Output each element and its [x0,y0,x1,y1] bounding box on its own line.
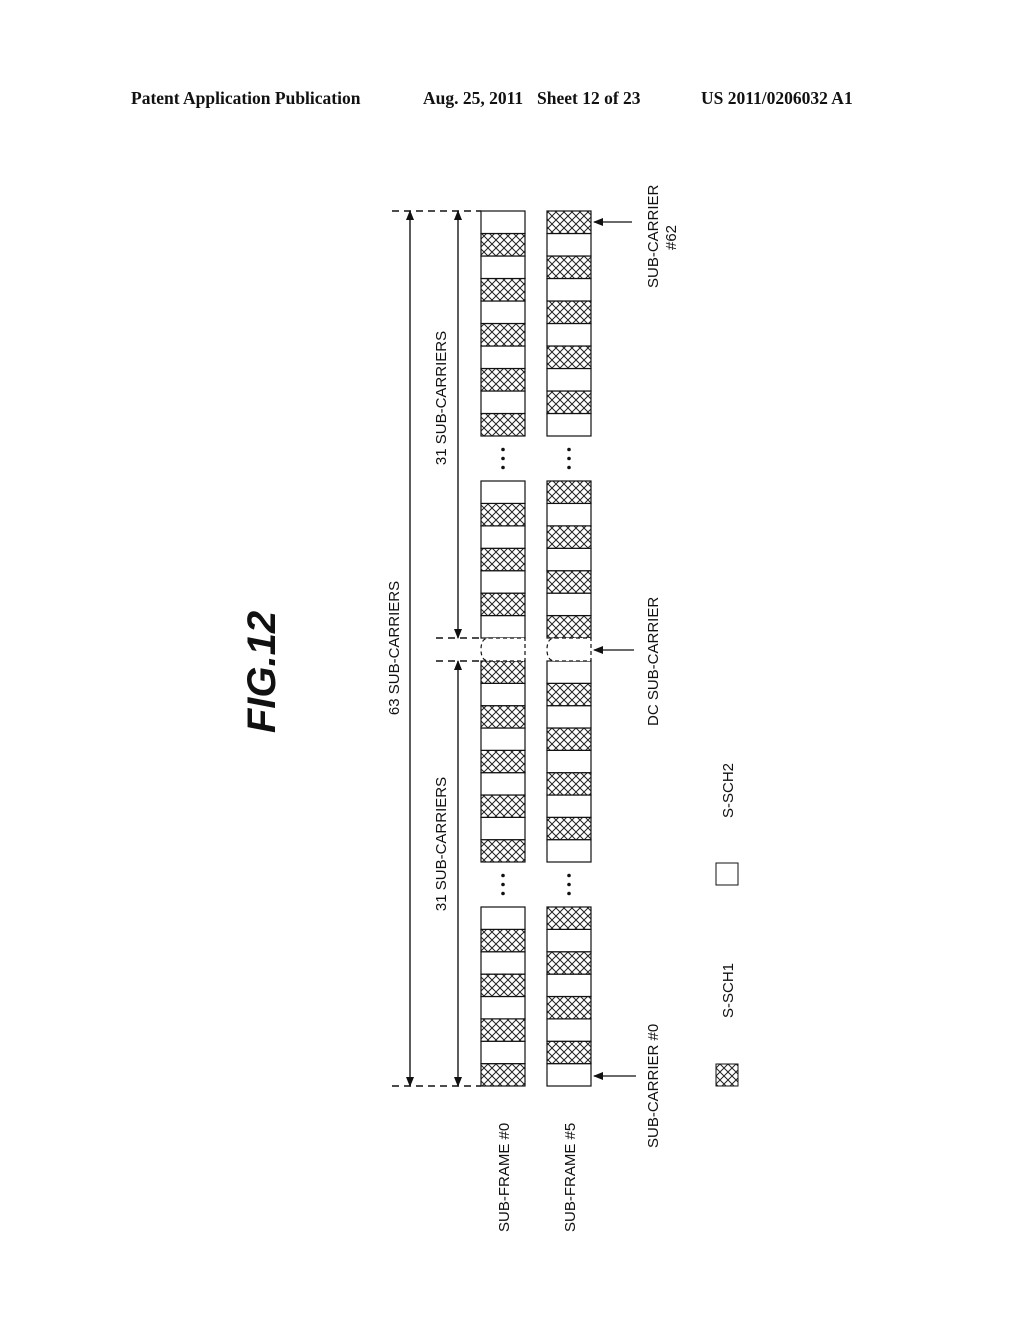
ellipsis-dot [567,456,571,461]
cell-s-sch2 [546,367,592,392]
figure-diagram: FIG.12 63 SUB-CARRIERS 31 SUB-CARRIERS 3… [240,184,739,1232]
cell-s-sch2 [546,547,592,572]
cell-s-sch2 [546,502,592,527]
cell-s-sch2 [480,682,526,707]
cell-s-sch2 [480,390,526,415]
cell-s-sch1 [480,1018,526,1042]
cell-s-sch2 [546,749,592,774]
ellipsis-dot [501,873,505,878]
cell-s-sch1 [546,906,592,930]
cell-s-sch2 [480,480,526,505]
figure-title: FIG.12 [240,611,284,733]
cell-s-sch1 [480,1063,526,1087]
cell-s-sch1 [480,928,526,953]
cell-s-sch2 [480,816,526,841]
cell-s-sch2 [480,727,526,751]
cell-s-sch1 [546,772,592,796]
cell-s-sch1 [480,973,526,998]
legend-label-s-sch2: S-SCH2 [720,763,737,818]
cell-s-sch1 [480,367,526,392]
cell-s-sch1 [480,547,526,572]
cell-s-sch1 [480,749,526,774]
cell-s-sch1 [480,660,526,684]
ellipsis-dot [501,447,505,452]
cell-s-sch1 [480,592,526,617]
cell-s-sch2 [546,705,592,729]
cell-s-sch2 [480,345,526,370]
cell-s-sch2 [546,928,592,953]
cell-s-sch2 [546,592,592,617]
cell-s-sch2 [480,300,526,325]
dc-subcarrier-cell [480,637,526,662]
cell-s-sch1 [546,525,592,549]
cell-s-sch2 [480,570,526,594]
cell-s-sch2 [546,232,592,257]
cell-s-sch2 [546,973,592,998]
label-subframe-0: SUB-FRAME #0 [496,1123,513,1232]
ellipsis-dot [501,891,505,896]
cell-s-sch1 [546,390,592,415]
cell-s-sch1 [546,1040,592,1065]
cell-s-sch2 [480,210,526,235]
cell-s-sch1 [480,322,526,347]
label-31-subcarriers-lower: 31 SUB-CARRIERS [433,777,450,911]
cell-s-sch1 [546,995,592,1020]
label-63-subcarriers: 63 SUB-CARRIERS [386,581,403,715]
label-subcarrier-62: SUB-CARRIER [645,184,662,288]
cell-s-sch2 [546,412,592,437]
cell-s-sch1 [546,682,592,707]
cell-s-sch1 [480,839,526,863]
cell-s-sch2 [480,1040,526,1065]
label-dc-subcarrier: DC SUB-CARRIER [645,597,662,726]
cell-s-sch2 [480,906,526,930]
label-31-subcarriers-upper: 31 SUB-CARRIERS [433,331,450,465]
cell-s-sch1 [546,727,592,751]
cell-s-sch1 [546,255,592,280]
label-subcarrier-62-number: #62 [663,225,680,250]
cell-s-sch2 [546,660,592,684]
ellipsis-dot [567,465,571,470]
cell-s-sch1 [546,345,592,370]
cell-s-sch1 [546,951,592,975]
dc-subcarrier-cell [546,637,592,662]
cell-s-sch2 [480,995,526,1020]
cell-s-sch2 [480,951,526,975]
cell-s-sch2 [546,794,592,818]
ellipsis-dot [567,873,571,878]
ellipsis-dot [567,882,571,887]
ellipsis-dot [567,891,571,896]
cell-s-sch2 [546,839,592,863]
cell-s-sch2 [480,255,526,280]
ellipsis-dot [501,465,505,470]
cell-s-sch1 [480,705,526,729]
ellipsis-dot [501,456,505,461]
label-subframe-5: SUB-FRAME #5 [562,1123,579,1232]
cell-s-sch1 [546,570,592,594]
legend-label-s-sch1: S-SCH1 [720,963,737,1018]
cell-s-sch1 [546,816,592,841]
legend-swatch-s-sch2 [715,862,739,886]
subcarrier-cells [480,210,592,1087]
cell-s-sch2 [480,525,526,549]
cell-s-sch1 [480,794,526,818]
cell-s-sch1 [546,480,592,505]
cell-s-sch1 [480,502,526,527]
cell-s-sch2 [480,772,526,796]
legend-swatch-s-sch1 [715,1063,739,1087]
cell-s-sch2 [546,1018,592,1042]
ellipsis-dot [567,447,571,452]
label-subcarrier-0: SUB-CARRIER #0 [645,1024,662,1148]
cell-s-sch1 [546,300,592,325]
cell-s-sch1 [480,412,526,437]
cell-s-sch2 [480,614,526,639]
ellipsis-dot [501,882,505,887]
cell-s-sch1 [546,210,592,235]
cell-s-sch2 [546,277,592,302]
cell-s-sch2 [546,322,592,347]
cell-s-sch1 [546,614,592,639]
cell-s-sch1 [480,232,526,257]
cell-s-sch1 [480,277,526,302]
cell-s-sch2 [546,1063,592,1087]
